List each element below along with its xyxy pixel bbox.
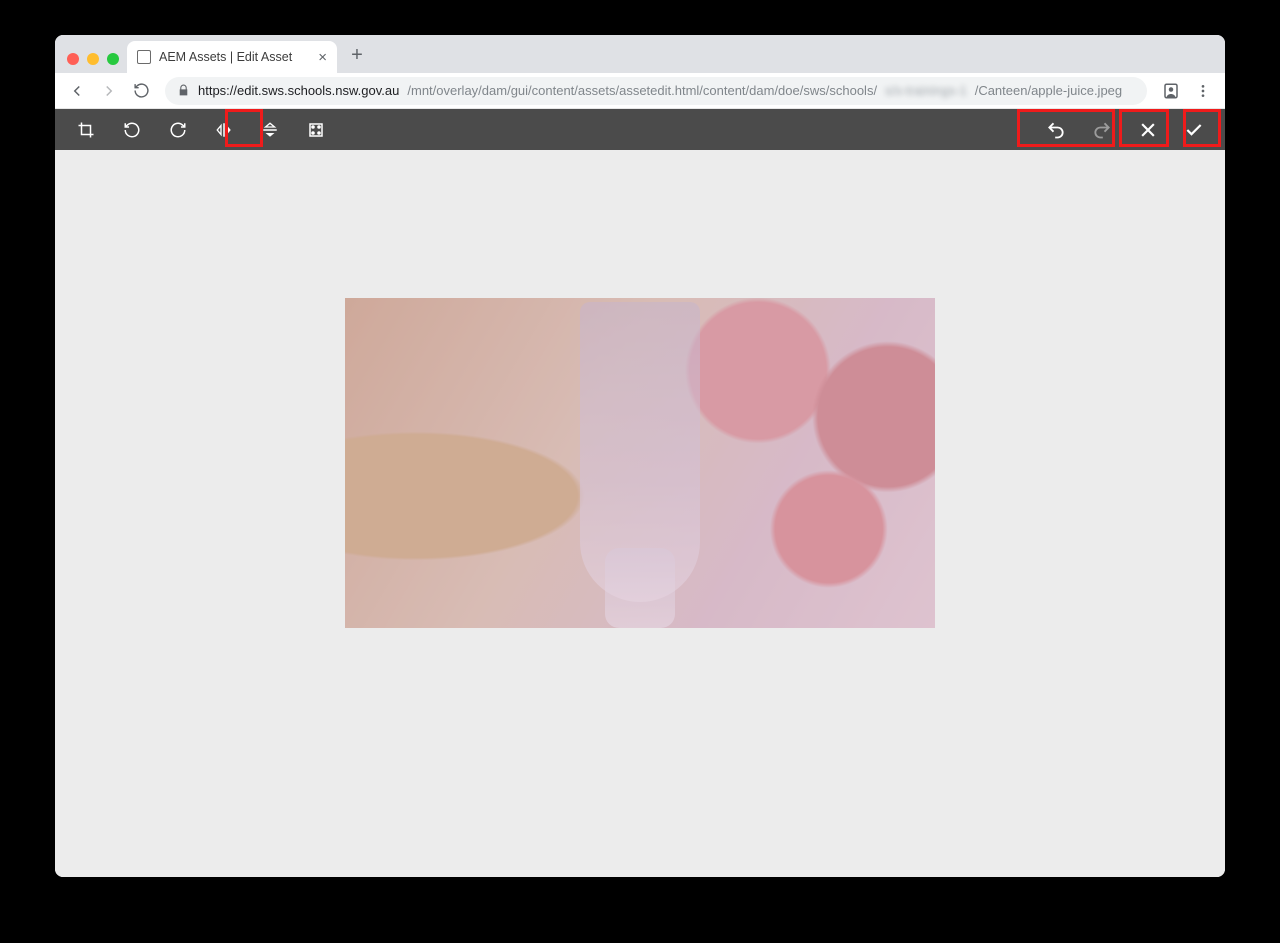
flip-horizontal-button[interactable]: [247, 109, 293, 150]
minimize-window-dot[interactable]: [87, 53, 99, 65]
profile-button[interactable]: [1157, 77, 1185, 105]
close-tab-icon[interactable]: ×: [318, 50, 327, 65]
editor-canvas[interactable]: [55, 150, 1225, 877]
browser-tab[interactable]: AEM Assets | Edit Asset ×: [127, 41, 337, 73]
asset-image[interactable]: [345, 298, 935, 628]
chrome-menu-button[interactable]: [1189, 77, 1217, 105]
window-controls: [63, 53, 127, 73]
url-field[interactable]: https://edit.sws.schools.nsw.gov.au/mnt/…: [165, 77, 1147, 105]
crop-button[interactable]: [63, 109, 109, 150]
close-window-dot[interactable]: [67, 53, 79, 65]
back-button[interactable]: [63, 77, 91, 105]
asset-editor: [55, 109, 1225, 877]
url-path-2: /Canteen/apple-juice.jpeg: [975, 83, 1122, 98]
launch-map-button[interactable]: [293, 109, 339, 150]
page-favicon: [137, 50, 151, 64]
new-tab-button[interactable]: +: [343, 41, 371, 69]
tab-strip: AEM Assets | Edit Asset × +: [55, 35, 1225, 73]
rotate-left-button[interactable]: [109, 109, 155, 150]
rotate-right-button[interactable]: [155, 109, 201, 150]
canvas-inner: [345, 298, 935, 628]
stage: AEM Assets | Edit Asset × + https://edit…: [0, 0, 1280, 943]
browser-window: AEM Assets | Edit Asset × + https://edit…: [55, 35, 1225, 877]
confirm-button[interactable]: [1171, 109, 1217, 150]
url-blur: s/s-trainings-1: [885, 83, 967, 98]
undo-button[interactable]: [1033, 109, 1079, 150]
lock-icon: [177, 84, 190, 97]
tab-title: AEM Assets | Edit Asset: [159, 50, 292, 64]
editor-toolbar: [55, 109, 1225, 150]
flip-vertical-button[interactable]: [201, 109, 247, 150]
maximize-window-dot[interactable]: [107, 53, 119, 65]
forward-button[interactable]: [95, 77, 123, 105]
url-host: https://edit.sws.schools.nsw.gov.au: [198, 83, 399, 98]
reload-button[interactable]: [127, 77, 155, 105]
cancel-button[interactable]: [1125, 109, 1171, 150]
redo-button[interactable]: [1079, 109, 1125, 150]
bottle-shape: [580, 301, 700, 601]
bottle-neck-shape: [605, 548, 675, 628]
url-path-1: /mnt/overlay/dam/gui/content/assets/asse…: [407, 83, 877, 98]
address-bar: https://edit.sws.schools.nsw.gov.au/mnt/…: [55, 73, 1225, 109]
